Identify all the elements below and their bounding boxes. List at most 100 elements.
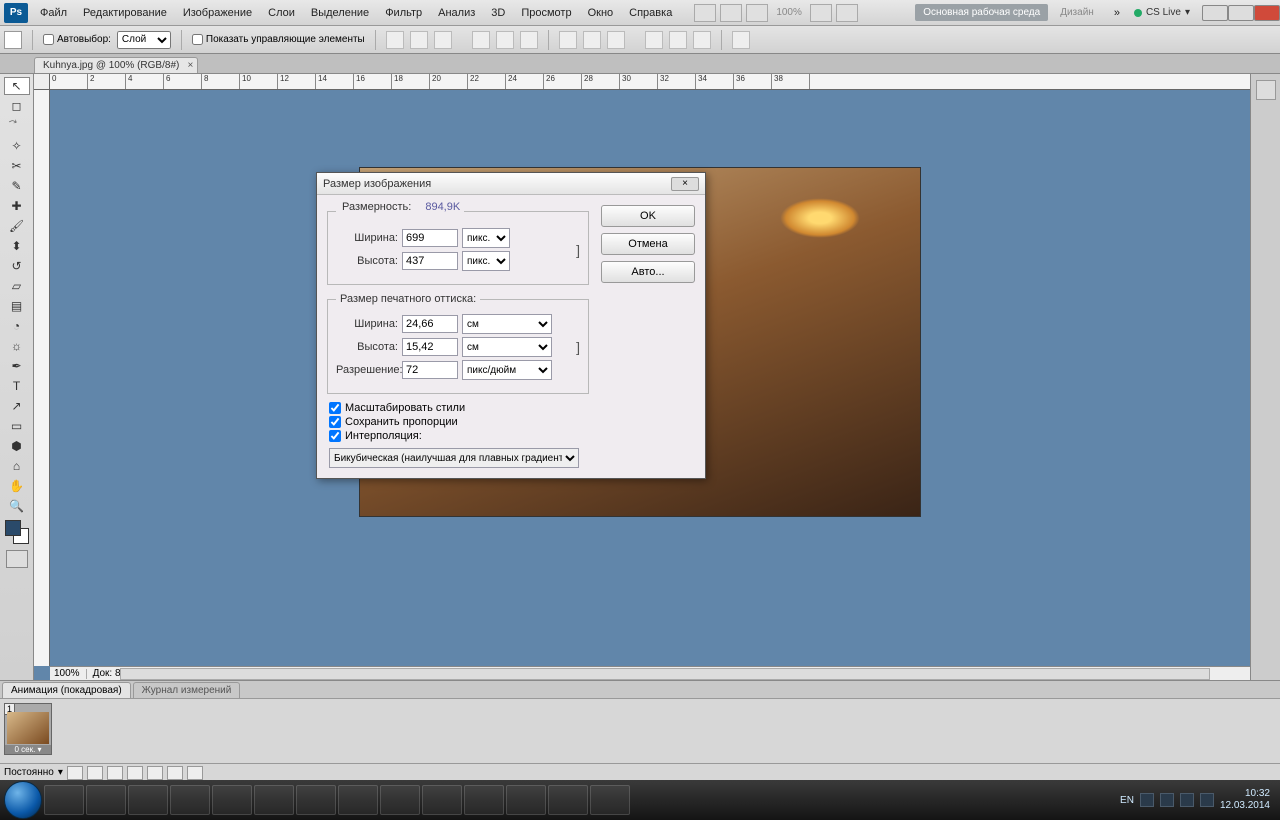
close-button[interactable] [1254, 5, 1280, 21]
quickmask-icon[interactable] [6, 550, 28, 568]
lasso-tool[interactable]: ⃕ [4, 117, 30, 135]
distribute-icon[interactable] [645, 31, 663, 49]
loop-select[interactable]: Постоянно [4, 767, 54, 778]
zoom-tool[interactable]: 🔍 [4, 497, 30, 515]
menu-analysis[interactable]: Анализ [430, 7, 483, 19]
maximize-button[interactable] [1228, 5, 1254, 21]
distribute-icon[interactable] [583, 31, 601, 49]
horizontal-scrollbar[interactable] [120, 668, 1210, 680]
taskbar-app[interactable] [506, 785, 546, 815]
interpolation-select[interactable]: Бикубическая (наилучшая для плавных град… [329, 448, 579, 468]
screenmode-icon[interactable] [836, 4, 858, 22]
menu-file[interactable]: Файл [32, 7, 75, 19]
align-icon[interactable] [434, 31, 452, 49]
menu-layers[interactable]: Слои [260, 7, 303, 19]
ruler-origin[interactable] [34, 74, 50, 90]
cslive-button[interactable]: CS Live▾ [1128, 7, 1196, 18]
taskbar-app[interactable] [548, 785, 588, 815]
pixel-width-unit[interactable]: пикс. [462, 228, 510, 248]
eyedropper-tool[interactable]: ✎ [4, 177, 30, 195]
minibridge-icon[interactable] [720, 4, 742, 22]
tab-measurement-log[interactable]: Журнал измерений [133, 682, 241, 698]
ruler-vertical[interactable] [34, 90, 50, 666]
next-frame-button[interactable] [127, 766, 143, 780]
pixel-height-input[interactable] [402, 252, 458, 270]
tray-icon[interactable] [1200, 793, 1214, 807]
align-icon[interactable] [496, 31, 514, 49]
print-width-unit[interactable]: см [462, 314, 552, 334]
document-tab[interactable]: Kuhnya.jpg @ 100% (RGB/8#)× [34, 57, 198, 73]
auto-button[interactable]: Авто... [601, 261, 695, 283]
distribute-icon[interactable] [693, 31, 711, 49]
3d-tool[interactable]: ⬢ [4, 437, 30, 455]
pixel-width-input[interactable] [402, 229, 458, 247]
dodge-tool[interactable]: ☼ [4, 337, 30, 355]
resolution-unit[interactable]: пикс/дюйм [462, 360, 552, 380]
menu-select[interactable]: Выделение [303, 7, 377, 19]
menu-3d[interactable]: 3D [483, 7, 513, 19]
resolution-input[interactable] [402, 361, 458, 379]
print-height-unit[interactable]: см [462, 337, 552, 357]
menu-edit[interactable]: Редактирование [75, 7, 175, 19]
print-height-input[interactable] [402, 338, 458, 356]
taskbar-app[interactable] [170, 785, 210, 815]
taskbar-app[interactable] [212, 785, 252, 815]
lang-indicator[interactable]: EN [1120, 795, 1134, 806]
taskbar-clock[interactable]: 10:3212.03.2014 [1220, 788, 1270, 812]
delete-frame-button[interactable] [187, 766, 203, 780]
frame-duration[interactable]: 0 сек. ▾ [5, 745, 51, 754]
heal-tool[interactable]: ✚ [4, 197, 30, 215]
menu-window[interactable]: Окно [580, 7, 622, 19]
brush-tool[interactable]: 🖌 [4, 217, 30, 235]
taskbar-app[interactable] [296, 785, 336, 815]
auto-select-target[interactable]: Слой [117, 31, 171, 49]
workspace-secondary[interactable]: Дизайн [1052, 4, 1102, 21]
type-tool[interactable]: T [4, 377, 30, 395]
prev-frame-button[interactable] [87, 766, 103, 780]
dialog-close-button[interactable]: × [671, 177, 699, 191]
taskbar-app[interactable] [590, 785, 630, 815]
shape-tool[interactable]: ▭ [4, 417, 30, 435]
taskbar-app[interactable] [422, 785, 462, 815]
pixel-height-unit[interactable]: пикс. [462, 251, 510, 271]
align-icon[interactable] [520, 31, 538, 49]
tween-button[interactable] [147, 766, 163, 780]
bridge-icon[interactable] [694, 4, 716, 22]
tray-icon[interactable] [1160, 793, 1174, 807]
distribute-icon[interactable] [607, 31, 625, 49]
taskbar-app[interactable] [380, 785, 420, 815]
print-width-input[interactable] [402, 315, 458, 333]
panel-icon[interactable] [1256, 80, 1276, 100]
tab-close-icon[interactable]: × [188, 60, 194, 71]
history-brush-tool[interactable]: ↺ [4, 257, 30, 275]
tab-animation[interactable]: Анимация (покадровая) [2, 682, 131, 698]
align-icon[interactable] [386, 31, 404, 49]
animation-frame[interactable]: 1 0 сек. ▾ [4, 703, 52, 755]
taskbar-app[interactable] [128, 785, 168, 815]
show-controls-checkbox[interactable]: Показать управляющие элементы [192, 34, 365, 45]
auto-select-checkbox[interactable]: Автовыбор: [43, 34, 111, 45]
menu-filter[interactable]: Фильтр [377, 7, 430, 19]
tray-icon[interactable] [1180, 793, 1194, 807]
taskbar-app[interactable] [44, 785, 84, 815]
crop-tool[interactable]: ✂ [4, 157, 30, 175]
move-tool[interactable]: ↖ [4, 77, 30, 95]
taskbar-app[interactable] [86, 785, 126, 815]
eraser-tool[interactable]: ▱ [4, 277, 30, 295]
scale-styles-checkbox[interactable]: Масштабировать стили [329, 402, 589, 414]
workspace-primary[interactable]: Основная рабочая среда [915, 4, 1048, 21]
menu-view[interactable]: Просмотр [513, 7, 579, 19]
color-swatches[interactable] [5, 520, 29, 544]
ok-button[interactable]: OK [601, 205, 695, 227]
distribute-icon[interactable] [669, 31, 687, 49]
align-icon[interactable] [472, 31, 490, 49]
align-icon[interactable] [410, 31, 428, 49]
tray-icon[interactable] [1140, 793, 1154, 807]
current-tool-icon[interactable] [4, 31, 22, 49]
path-tool[interactable]: ↗ [4, 397, 30, 415]
start-button[interactable] [4, 781, 42, 819]
ruler-horizontal[interactable]: 02468101214161820222426283032343638 [50, 74, 1250, 90]
gradient-tool[interactable]: ▤ [4, 297, 30, 315]
dialog-titlebar[interactable]: Размер изображения × [317, 173, 705, 195]
constrain-proportions-checkbox[interactable]: Сохранить пропорции [329, 416, 589, 428]
